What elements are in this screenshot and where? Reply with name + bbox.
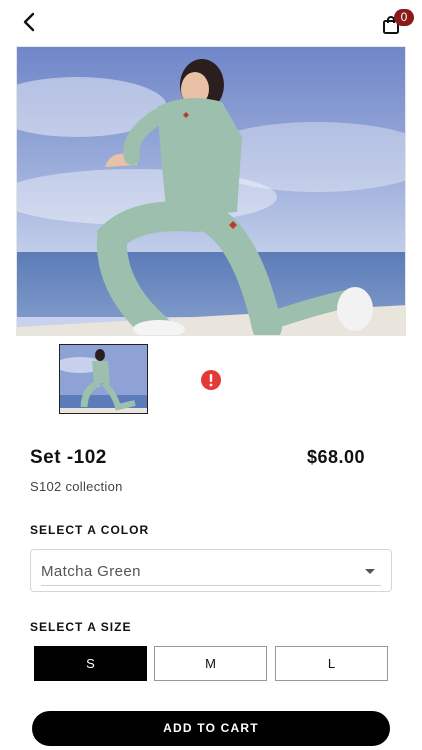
size-option-s[interactable]: S	[34, 646, 147, 681]
chevron-down-icon	[365, 569, 375, 574]
add-to-cart-button[interactable]: ADD TO CART	[32, 711, 390, 746]
product-title: Set -102	[30, 447, 107, 468]
color-section-label: SELECT A COLOR	[30, 523, 150, 537]
color-select-underline	[41, 585, 381, 586]
thumbnail-photo	[60, 345, 147, 413]
size-option-l[interactable]: L	[275, 646, 388, 681]
top-bar: 0	[0, 0, 422, 44]
alert-circle-icon	[201, 370, 221, 390]
color-select[interactable]: Matcha Green	[30, 549, 392, 592]
product-collection: S102 collection	[30, 479, 123, 494]
product-thumbnail[interactable]	[59, 344, 148, 414]
size-section-label: SELECT A SIZE	[30, 620, 132, 634]
chevron-left-icon	[23, 12, 35, 32]
product-photo	[17, 47, 405, 335]
cart-count-badge: 0	[394, 9, 414, 26]
product-price: $68.00	[307, 447, 366, 467]
product-main-image[interactable]	[16, 46, 406, 336]
size-option-m[interactable]: M	[154, 646, 267, 681]
color-select-value: Matcha Green	[41, 563, 141, 580]
back-button[interactable]	[18, 10, 42, 34]
